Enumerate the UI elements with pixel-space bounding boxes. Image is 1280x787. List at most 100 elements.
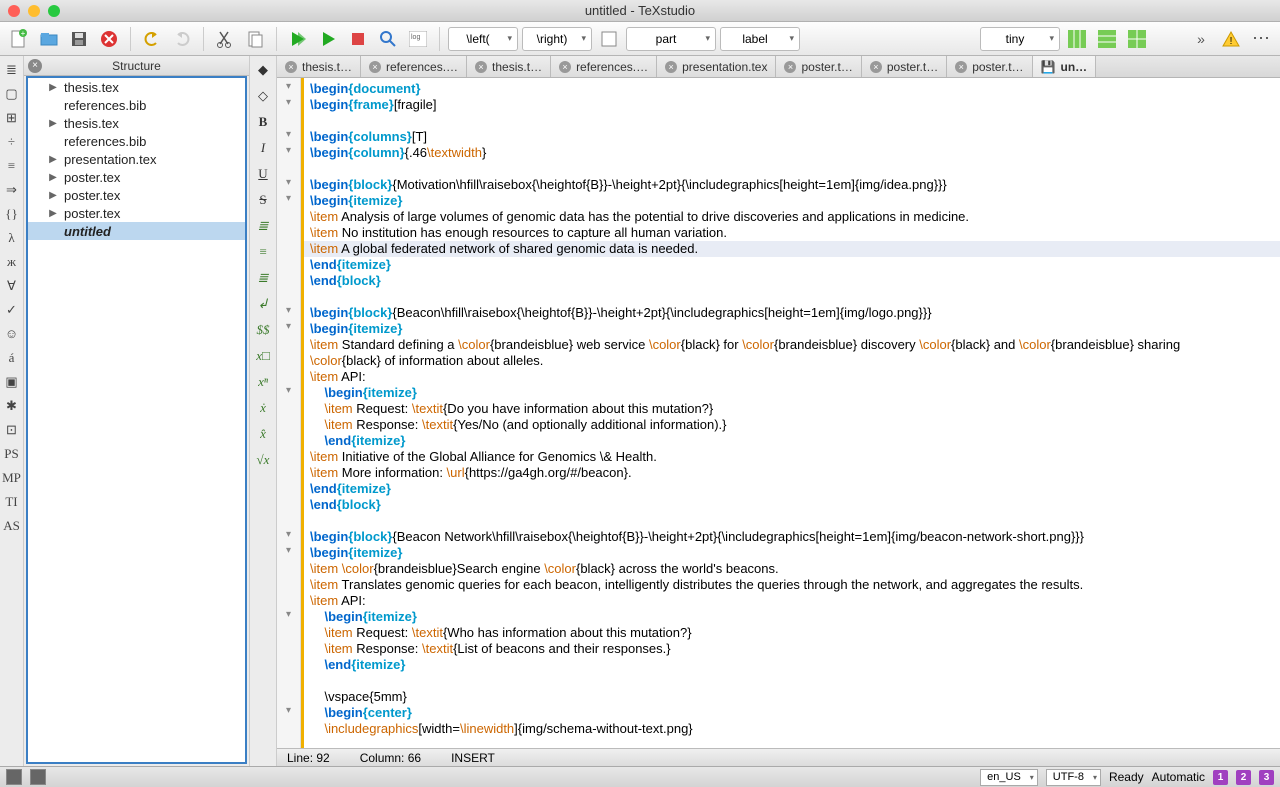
close-tab-icon[interactable]: ×	[559, 61, 571, 73]
compile-button[interactable]	[315, 26, 341, 52]
redo-button[interactable]	[169, 26, 195, 52]
close-tab-icon[interactable]: ×	[475, 61, 487, 73]
fold-gutter[interactable]: ▾▾▾▾▾▾▾▾▾▾▾▾▾	[277, 78, 301, 748]
panel-icon[interactable]: á	[9, 350, 15, 366]
encoding-combo[interactable]: UTF-8	[1046, 769, 1101, 786]
code-line[interactable]: \begin{itemize}	[310, 609, 1280, 625]
fold-marker[interactable]	[277, 625, 300, 641]
panel-icon[interactable]: ⊞	[6, 110, 17, 126]
panel-icon[interactable]: ☺	[5, 326, 18, 342]
panel-icon[interactable]: ▣	[5, 374, 17, 390]
tree-item[interactable]: ▶thesis.tex	[28, 78, 245, 96]
code-line[interactable]	[310, 289, 1280, 305]
section-combo[interactable]: part	[626, 27, 716, 51]
panel-icon[interactable]: MP	[2, 470, 21, 486]
format-icon[interactable]: U	[258, 166, 267, 182]
fold-marker[interactable]	[277, 113, 300, 129]
panel-toggle-2[interactable]	[30, 769, 46, 785]
format-icon[interactable]: $$	[257, 322, 270, 338]
code-line[interactable]: \includegraphics[width=\linewidth]{img/s…	[310, 721, 1280, 737]
log-button[interactable]: log	[405, 26, 431, 52]
format-icon[interactable]: xⁿ	[258, 374, 268, 390]
panel-icon[interactable]: ⇒	[6, 182, 17, 198]
close-button[interactable]	[96, 26, 122, 52]
panel-icon[interactable]: ✓	[6, 302, 17, 318]
code-line[interactable]: \begin{itemize}	[310, 385, 1280, 401]
code-line[interactable]: \begin{itemize}	[310, 193, 1280, 209]
code-line[interactable]: \item Standard defining a \color{brandei…	[310, 337, 1280, 353]
editor-tab[interactable]: ×thesis.t…	[467, 56, 551, 77]
save-button[interactable]	[66, 26, 92, 52]
code-line[interactable]: \begin{columns}[T]	[310, 129, 1280, 145]
panel-icon[interactable]: ≣	[6, 62, 17, 78]
code-line[interactable]: \begin{block}{Motivation\hfill\raisebox{…	[310, 177, 1280, 193]
undo-button[interactable]	[139, 26, 165, 52]
right-delim-combo[interactable]: \right)	[522, 27, 592, 51]
code-line[interactable]: \item Request: \textit{Who has informati…	[310, 625, 1280, 641]
view-button[interactable]	[375, 26, 401, 52]
panel-icon[interactable]: AS	[3, 518, 20, 534]
format-icon[interactable]: ↲	[258, 296, 269, 312]
fold-marker[interactable]	[277, 577, 300, 593]
fold-marker[interactable]	[277, 161, 300, 177]
copy-button[interactable]	[242, 26, 268, 52]
code-line[interactable]: \end{itemize}	[310, 433, 1280, 449]
structure-tree[interactable]: ▶thesis.tex▶references.bib▶thesis.tex▶re…	[26, 76, 247, 764]
tree-item[interactable]: ▶thesis.tex	[28, 114, 245, 132]
editor-tab[interactable]: ×poster.t…	[862, 56, 947, 77]
tree-item[interactable]: ▶references.bib	[28, 96, 245, 114]
fold-marker[interactable]: ▾	[277, 81, 300, 97]
code-line[interactable]: \item Translates genomic queries for eac…	[310, 577, 1280, 593]
fold-marker[interactable]	[277, 433, 300, 449]
panel-icon[interactable]: PS	[4, 446, 18, 462]
close-tab-icon[interactable]: ×	[369, 61, 381, 73]
code-line[interactable]: \end{itemize}	[310, 657, 1280, 673]
format-icon[interactable]: I	[261, 140, 265, 156]
fontsize-combo[interactable]: tiny	[980, 27, 1060, 51]
tree-item[interactable]: ▶presentation.tex	[28, 150, 245, 168]
panel-icon[interactable]: λ	[8, 230, 14, 246]
code-line[interactable]: \item API:	[310, 593, 1280, 609]
code-line[interactable]: \begin{block}{Beacon Network\hfill\raise…	[310, 529, 1280, 545]
code-line[interactable]: \vspace{5mm}	[310, 689, 1280, 705]
panel-icon[interactable]: ⊡	[6, 422, 17, 438]
format-icon[interactable]: ◆	[258, 62, 268, 78]
left-delim-combo[interactable]: \left(	[448, 27, 518, 51]
panel-icon[interactable]: ≡	[8, 158, 15, 174]
fold-marker[interactable]: ▾	[277, 321, 300, 337]
code-line[interactable]	[310, 113, 1280, 129]
insert-ref-button[interactable]	[596, 26, 622, 52]
fold-marker[interactable]: ▾	[277, 193, 300, 209]
code-line[interactable]: \color{black} of information about allel…	[310, 353, 1280, 369]
tree-item[interactable]: ▶poster.tex	[28, 168, 245, 186]
format-icon[interactable]: ◇	[258, 88, 268, 104]
tree-item[interactable]: ▶references.bib	[28, 132, 245, 150]
editor-tab[interactable]: ×thesis.t…	[277, 56, 361, 77]
fold-marker[interactable]	[277, 641, 300, 657]
editor-tab-active[interactable]: 💾un…	[1033, 56, 1097, 77]
fold-marker[interactable]	[277, 241, 300, 257]
fold-marker[interactable]: ▾	[277, 305, 300, 321]
panel-icon[interactable]: ж	[7, 254, 16, 270]
editor-tab[interactable]: ×poster.t…	[947, 56, 1032, 77]
format-icon[interactable]: x□	[256, 348, 270, 364]
badge-2[interactable]: 2	[1236, 770, 1251, 785]
close-tab-icon[interactable]: ×	[870, 61, 882, 73]
panel-icon[interactable]: ✱	[6, 398, 17, 414]
fold-marker[interactable]: ▾	[277, 177, 300, 193]
close-panel-icon[interactable]: ×	[28, 59, 42, 73]
tree-item[interactable]: ▶untitled	[28, 222, 245, 240]
fold-marker[interactable]: ▾	[277, 529, 300, 545]
code-line[interactable]: \item Response: \textit{Yes/No (and opti…	[310, 417, 1280, 433]
table3-icon[interactable]	[1124, 26, 1150, 52]
fold-marker[interactable]	[277, 593, 300, 609]
fold-marker[interactable]	[277, 497, 300, 513]
fold-marker[interactable]: ▾	[277, 609, 300, 625]
language-combo[interactable]: en_US	[980, 769, 1038, 786]
close-tab-icon[interactable]: ×	[784, 61, 796, 73]
panel-toggle-1[interactable]	[6, 769, 22, 785]
code-line[interactable]: \item Analysis of large volumes of genom…	[310, 209, 1280, 225]
fold-marker[interactable]	[277, 417, 300, 433]
code-line[interactable]: \item Request: \textit{Do you have infor…	[310, 401, 1280, 417]
table2-icon[interactable]	[1094, 26, 1120, 52]
